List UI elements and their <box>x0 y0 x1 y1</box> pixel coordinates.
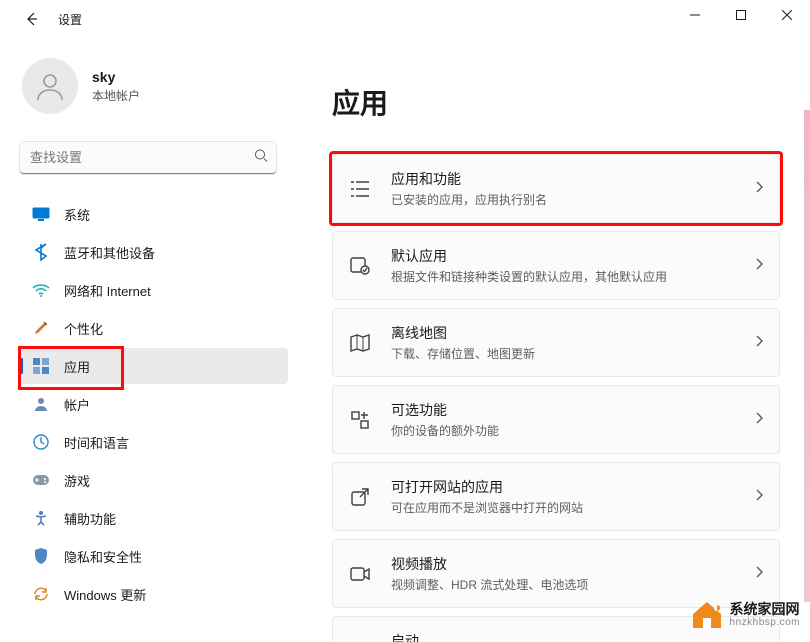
nav-windows-update[interactable]: Windows 更新 <box>20 576 288 612</box>
card-title: 默认应用 <box>391 246 755 266</box>
card-subtitle: 视频调整、HDR 流式处理、电池选项 <box>391 576 755 593</box>
nav-privacy[interactable]: 隐私和安全性 <box>20 538 288 574</box>
nav-gaming[interactable]: 游戏 <box>20 462 288 498</box>
close-button[interactable] <box>764 0 810 30</box>
search-input[interactable] <box>20 142 276 174</box>
avatar <box>22 58 78 114</box>
decorative-edge <box>804 110 810 602</box>
nav-label: 时间和语言 <box>64 433 129 452</box>
nav-label: Windows 更新 <box>64 585 146 604</box>
chevron-right-icon <box>755 334 763 352</box>
card-subtitle: 已安装的应用，应用执行别名 <box>391 191 755 208</box>
account-icon <box>32 395 50 413</box>
minimize-icon <box>690 10 700 20</box>
card-title: 可打开网站的应用 <box>391 477 755 497</box>
nav-label: 帐户 <box>64 395 90 414</box>
search-box <box>20 142 276 174</box>
maximize-icon <box>736 10 746 20</box>
content-area: 应用 应用和功能 已安装的应用，应用执行别名 默认应用 根据文件和链接种类设置 <box>300 38 810 642</box>
card-offline-maps[interactable]: 离线地图 下载、存储位置、地图更新 <box>332 308 780 377</box>
watermark-url: hnzkhbsp.com <box>730 617 800 628</box>
nav-accounts[interactable]: 帐户 <box>20 386 288 422</box>
nav-network[interactable]: 网络和 Internet <box>20 272 288 308</box>
chevron-right-icon <box>755 257 763 275</box>
accessibility-icon <box>32 509 50 527</box>
nav-time-language[interactable]: 时间和语言 <box>20 424 288 460</box>
card-title: 启动 <box>391 631 755 642</box>
watermark-name: 系统家园网 <box>730 602 800 617</box>
titlebar: 设置 <box>0 0 810 38</box>
nav-bluetooth[interactable]: 蓝牙和其他设备 <box>20 234 288 270</box>
wifi-icon <box>32 281 50 299</box>
card-subtitle: 可在应用而不是浏览器中打开的网站 <box>391 499 755 516</box>
card-title: 离线地图 <box>391 323 755 343</box>
card-subtitle: 下载、存储位置、地图更新 <box>391 345 755 362</box>
card-subtitle: 你的设备的额外功能 <box>391 422 755 439</box>
list-icon <box>349 178 371 200</box>
page-title: 应用 <box>332 82 780 122</box>
card-website-apps[interactable]: 可打开网站的应用 可在应用而不是浏览器中打开的网站 <box>332 462 780 531</box>
sidebar: sky 本地帐户 系统 蓝牙和其他设备 网络和 I <box>0 38 300 642</box>
nav-label: 个性化 <box>64 319 103 338</box>
update-icon <box>32 585 50 603</box>
bluetooth-icon <box>32 243 50 261</box>
nav-label: 辅助功能 <box>64 509 116 528</box>
open-external-icon <box>349 486 371 508</box>
person-icon <box>34 70 66 102</box>
search-icon <box>254 149 268 168</box>
map-icon <box>349 332 371 354</box>
nav-label: 游戏 <box>64 471 90 490</box>
apps-icon <box>32 357 50 375</box>
display-icon <box>32 205 50 223</box>
card-apps-features[interactable]: 应用和功能 已安装的应用，应用执行别名 <box>332 154 780 223</box>
user-name: sky <box>92 69 140 85</box>
user-block[interactable]: sky 本地帐户 <box>20 58 300 114</box>
nav-label: 蓝牙和其他设备 <box>64 243 155 262</box>
window-controls <box>672 0 810 30</box>
minimize-button[interactable] <box>672 0 718 30</box>
nav-label: 网络和 Internet <box>64 281 151 300</box>
shield-icon <box>32 547 50 565</box>
nav-label: 应用 <box>64 357 90 376</box>
window-title: 设置 <box>58 11 82 28</box>
gamepad-icon <box>32 471 50 489</box>
nav-accessibility[interactable]: 辅助功能 <box>20 500 288 536</box>
settings-window: 设置 sky 本地帐户 <box>0 0 810 642</box>
close-icon <box>782 10 792 20</box>
brush-icon <box>32 319 50 337</box>
card-optional-features[interactable]: 可选功能 你的设备的额外功能 <box>332 385 780 454</box>
watermark: 系统家园网 hnzkhbsp.com <box>690 600 800 630</box>
nav-system[interactable]: 系统 <box>20 196 288 232</box>
back-button[interactable] <box>20 7 44 31</box>
card-subtitle: 根据文件和链接种类设置的默认应用，其他默认应用 <box>391 268 755 285</box>
nav-label: 系统 <box>64 205 90 224</box>
card-default-apps[interactable]: 默认应用 根据文件和链接种类设置的默认应用，其他默认应用 <box>332 231 780 300</box>
chevron-right-icon <box>755 565 763 583</box>
add-tile-icon <box>349 409 371 431</box>
card-title: 视频播放 <box>391 554 755 574</box>
chevron-right-icon <box>755 488 763 506</box>
chevron-right-icon <box>755 180 763 198</box>
user-subtitle: 本地帐户 <box>92 87 140 104</box>
card-video-playback[interactable]: 视频播放 视频调整、HDR 流式处理、电池选项 <box>332 539 780 608</box>
maximize-button[interactable] <box>718 0 764 30</box>
chevron-right-icon <box>755 411 763 429</box>
nav-label: 隐私和安全性 <box>64 547 142 566</box>
house-icon <box>690 600 724 630</box>
nav-personalization[interactable]: 个性化 <box>20 310 288 346</box>
body-area: sky 本地帐户 系统 蓝牙和其他设备 网络和 I <box>0 38 810 642</box>
settings-cards: 应用和功能 已安装的应用，应用执行别名 默认应用 根据文件和链接种类设置的默认应… <box>332 154 780 642</box>
card-title: 可选功能 <box>391 400 755 420</box>
nav-list: 系统 蓝牙和其他设备 网络和 Internet 个性化 应用 <box>20 196 288 612</box>
default-apps-icon <box>349 255 371 277</box>
video-icon <box>349 563 371 585</box>
nav-apps[interactable]: 应用 <box>20 348 288 384</box>
back-arrow-icon <box>24 11 40 27</box>
clock-globe-icon <box>32 433 50 451</box>
card-title: 应用和功能 <box>391 169 755 189</box>
